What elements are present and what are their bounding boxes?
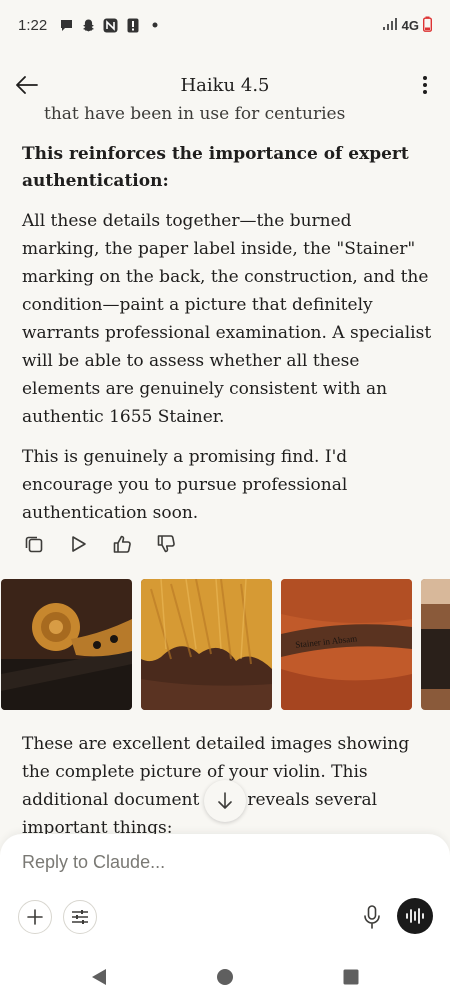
play-icon	[72, 536, 86, 552]
app-n-icon	[103, 18, 118, 33]
thumbs-down-button[interactable]	[154, 532, 178, 556]
signal-icon	[382, 17, 398, 34]
assistant-message: that have been in use for centuries This…	[22, 100, 432, 527]
status-right: 4G	[382, 16, 432, 35]
message-composer	[0, 834, 450, 954]
thumbs-up-button[interactable]	[110, 532, 134, 556]
nav-back-button[interactable]	[84, 962, 114, 992]
circle-home-icon	[217, 969, 233, 985]
dot-icon	[147, 18, 162, 33]
thumbs-down-icon	[157, 535, 175, 553]
dictation-button[interactable]	[358, 902, 386, 932]
message-paragraph: All these details together—the burned ma…	[22, 211, 432, 427]
sliders-icon	[72, 910, 88, 924]
page-title: Haiku 4.5	[180, 74, 270, 96]
notification-icons	[59, 18, 162, 33]
message-heading: This reinforces the importance of expert…	[22, 144, 409, 191]
violin-back-photo[interactable]	[141, 579, 272, 710]
message-line: These are excellent detailed images show…	[22, 734, 410, 754]
snapchat-icon	[81, 18, 96, 33]
waveform-icon	[406, 908, 424, 924]
tools-button[interactable]	[63, 900, 97, 934]
voice-mode-button[interactable]	[397, 898, 433, 934]
reply-input[interactable]	[22, 852, 402, 873]
alert-icon	[125, 18, 140, 33]
read-aloud-button[interactable]	[66, 532, 90, 556]
arrow-down-icon	[218, 792, 232, 809]
message-actions	[22, 532, 178, 556]
more-vertical-icon	[423, 76, 427, 94]
status-bar: 1:22 4G	[0, 0, 450, 50]
microphone-icon	[364, 905, 380, 929]
copy-icon	[25, 536, 43, 553]
copy-button[interactable]	[22, 532, 46, 556]
network-type: 4G	[401, 17, 419, 33]
violin-label-photo[interactable]: Stainer in Absam	[281, 579, 412, 710]
system-nav-bar	[0, 954, 450, 1000]
add-attachment-button[interactable]	[18, 900, 52, 934]
more-options-button[interactable]	[412, 70, 438, 100]
square-recents-icon	[343, 969, 359, 985]
violin-partial-photo[interactable]	[421, 579, 450, 710]
status-time: 1:22	[18, 16, 48, 34]
nav-recents-button[interactable]	[336, 962, 366, 992]
back-button[interactable]	[12, 70, 42, 100]
plus-icon	[27, 909, 43, 925]
violin-scroll-photo[interactable]	[1, 579, 132, 710]
battery-low-icon	[422, 16, 432, 35]
image-attachments: Stainer in Absam	[0, 579, 450, 710]
message-partial-line: that have been in use for centuries	[44, 104, 346, 124]
thumbs-up-icon	[113, 535, 131, 553]
message-paragraph: This is genuinely a promising find. I'd …	[22, 447, 348, 523]
scroll-to-bottom-button[interactable]	[204, 780, 246, 822]
triangle-back-icon	[92, 969, 106, 985]
nav-home-button[interactable]	[210, 962, 240, 992]
arrow-left-icon	[16, 76, 38, 94]
chat-bubble-icon	[59, 18, 74, 33]
